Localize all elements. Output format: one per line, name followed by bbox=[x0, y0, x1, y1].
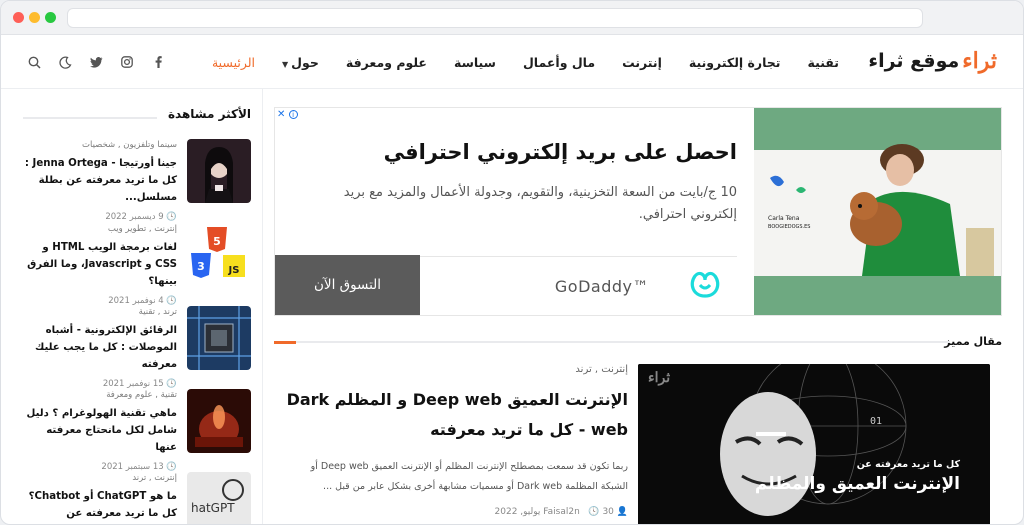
sidebar-item-date-text: 9 ديسمبر 2022 bbox=[105, 212, 164, 222]
browser-window: ثراء موقع ثراء الرئيسية حول▼ علوم ومعرفة… bbox=[0, 0, 1024, 525]
sidebar-item-text: إنترنت , ترند ما هو ChatGPT أو Chatbot؟ … bbox=[23, 472, 177, 524]
svg-text:BOOGIEDOGS.ES: BOOGIEDOGS.ES bbox=[768, 224, 810, 230]
divider bbox=[274, 341, 950, 343]
chevron-down-icon: ▼ bbox=[282, 59, 289, 69]
list-item[interactable]: سينما وتلفزيون , شخصيات جينا أورتيجا - J… bbox=[23, 139, 251, 222]
nav-item-business[interactable]: مال وأعمال bbox=[523, 55, 595, 70]
author-icon: 👤 bbox=[616, 507, 628, 517]
featured-image-caption-big: الإنترنت العميق والمظلم bbox=[754, 474, 960, 494]
instagram-icon[interactable] bbox=[120, 55, 134, 69]
list-item[interactable]: 5 3 JS إنترنت , تطوير ويب لغات برمجة الويب… bbox=[23, 223, 251, 306]
twitter-icon[interactable] bbox=[89, 55, 103, 69]
sidebar-item-category[interactable]: إنترنت , تطوير ويب bbox=[23, 223, 177, 235]
ad-shop-now-button[interactable]: التسوق الآن bbox=[275, 255, 420, 315]
svg-text:Carla Tena: Carla Tena bbox=[768, 215, 800, 222]
sidebar-item-date: 🕓 13 سبتمبر 2021 bbox=[101, 462, 177, 472]
accent-bar bbox=[274, 341, 296, 344]
main-nav: الرئيسية حول▼ علوم ومعرفة سياسة مال وأعم… bbox=[212, 35, 839, 89]
column-divider bbox=[262, 89, 263, 524]
divider bbox=[23, 117, 157, 119]
sidebar-item-date-text: 15 نوفمبر 2021 bbox=[102, 379, 164, 389]
sidebar-title: الأكثر مشاهدة bbox=[167, 107, 251, 121]
site-logo[interactable]: ثراء موقع ثراء bbox=[868, 44, 997, 78]
browser-toolbar bbox=[1, 1, 1023, 35]
address-bar[interactable] bbox=[67, 8, 923, 28]
ad-banner[interactable]: ✕ i Carla Tena BOOGIEDOGS.ES احصل على بر… bbox=[274, 107, 1002, 316]
featured-article-category[interactable]: إنترنت , ترند bbox=[284, 364, 628, 375]
ad-brand-name: GoDaddy™ bbox=[554, 276, 649, 296]
featured-article-image[interactable]: 01 ثراء كل ما تريد معرفته عن الإنترنت ال… bbox=[638, 364, 990, 524]
maximize-window-button[interactable] bbox=[45, 12, 56, 23]
list-item[interactable]: تقنية , علوم ومعرفة ماهي تقنية الهولوغرا… bbox=[23, 389, 251, 472]
thumbnail-chips[interactable] bbox=[187, 306, 251, 370]
page-content: الأكثر مشاهدة سينما وتلفزيون , شخصيات جي… bbox=[1, 89, 1023, 524]
ad-body: 10 ج/بايت من السعة التخزينية، والتقويم، … bbox=[343, 185, 737, 222]
ad-info-icon[interactable]: i bbox=[288, 110, 298, 119]
featured-article-excerpt: ربما تكون قد سمعت بمصطلح الإنترنت المظلم… bbox=[310, 461, 628, 492]
nav-item-about[interactable]: حول▼ bbox=[282, 55, 319, 70]
ad-headline[interactable]: احصل على بريد إلكتروني احترافي bbox=[384, 140, 737, 164]
sidebar-item-date: 🕓 4 نوفمبر 2021 bbox=[108, 296, 177, 306]
featured-image-caption-small: كل ما تريد معرفته عن bbox=[856, 459, 960, 470]
sidebar-item-date-text: 4 نوفمبر 2021 bbox=[108, 296, 164, 306]
ad-image[interactable]: Carla Tena BOOGIEDOGS.ES bbox=[754, 108, 1001, 315]
logo-mark: ثراء bbox=[962, 48, 997, 74]
svg-text:hatGPT: hatGPT bbox=[191, 501, 235, 515]
sidebar-item-category[interactable]: سينما وتلفزيون , شخصيات bbox=[23, 139, 177, 151]
sidebar-item-text: سينما وتلفزيون , شخصيات جينا أورتيجا - J… bbox=[23, 139, 177, 222]
sidebar-item-date: 🕓 15 نوفمبر 2021 bbox=[102, 379, 177, 389]
thumbnail-hologram[interactable] bbox=[187, 389, 251, 453]
facebook-icon[interactable] bbox=[151, 55, 165, 69]
nav-item-science[interactable]: علوم ومعرفة bbox=[346, 55, 427, 70]
list-item[interactable]: hatGPT إنترنت , ترند ما هو ChatGPT أو Ch… bbox=[23, 472, 251, 524]
most-viewed-sidebar: الأكثر مشاهدة سينما وتلفزيون , شخصيات جي… bbox=[23, 89, 251, 524]
svg-text:3: 3 bbox=[197, 260, 205, 273]
sidebar-item-title[interactable]: لغات برمجة الويب HTML و CSS و Javascript… bbox=[23, 239, 177, 290]
featured-article-title[interactable]: الإنترنت العميق Deep web و المظلم Dark w… bbox=[284, 385, 628, 445]
sidebar-item-date: 🕓 9 ديسمبر 2022 bbox=[105, 212, 177, 222]
site-header: ثراء موقع ثراء الرئيسية حول▼ علوم ومعرفة… bbox=[1, 35, 1023, 89]
sidebar-item-text: ترند , تقنية الرقائق الإلكترونية - أشباه… bbox=[23, 306, 177, 389]
nav-item-internet[interactable]: إنترنت bbox=[622, 55, 662, 70]
thumbnail-web-languages[interactable]: 5 3 JS bbox=[187, 223, 251, 287]
featured-article-author[interactable]: Faisal2n bbox=[543, 507, 580, 517]
dark-mode-icon[interactable] bbox=[58, 55, 72, 69]
godaddy-logo-icon bbox=[687, 268, 723, 304]
sidebar-item-category[interactable]: إنترنت , ترند bbox=[23, 472, 177, 484]
thumbnail-jenna-ortega[interactable] bbox=[187, 139, 251, 203]
svg-text:01: 01 bbox=[870, 416, 882, 427]
nav-item-tech[interactable]: تقنية bbox=[808, 55, 839, 70]
featured-section-title: مقال مميز bbox=[944, 335, 1002, 348]
sidebar-item-date-text: 13 سبتمبر 2021 bbox=[101, 462, 164, 472]
close-window-button[interactable] bbox=[13, 12, 24, 23]
minimize-window-button[interactable] bbox=[29, 12, 40, 23]
sidebar-item-title[interactable]: الرقائق الإلكترونية - أشباه الموصلات : ك… bbox=[23, 322, 177, 373]
sidebar-item-title[interactable]: جينا أورتيجا - Jenna Ortega : كل ما تريد… bbox=[23, 155, 177, 206]
sidebar-item-category[interactable]: تقنية , علوم ومعرفة bbox=[23, 389, 177, 401]
ad-brand-row[interactable]: GoDaddy™ bbox=[419, 256, 737, 315]
sidebar-header: الأكثر مشاهدة bbox=[23, 107, 251, 123]
nav-item-ecommerce[interactable]: تجارة إلكترونية bbox=[689, 55, 781, 70]
nav-item-home[interactable]: الرئيسية bbox=[212, 55, 255, 70]
nav-item-about-label: حول bbox=[291, 54, 319, 70]
sidebar-item-title[interactable]: ماهي تقنية الهولوغرام ؟ دليل شامل لكل ما… bbox=[23, 405, 177, 456]
thumbnail-chatgpt[interactable]: hatGPT bbox=[187, 472, 251, 524]
logo-text: موقع ثراء bbox=[868, 50, 960, 72]
sidebar-item-text: إنترنت , تطوير ويب لغات برمجة الويب HTML… bbox=[23, 223, 177, 306]
ad-close-icon[interactable]: ✕ i bbox=[277, 109, 298, 120]
featured-article-text: إنترنت , ترند الإنترنت العميق Deep web و… bbox=[284, 364, 628, 517]
sidebar-item-category[interactable]: ترند , تقنية bbox=[23, 306, 177, 318]
list-item[interactable]: ترند , تقنية الرقائق الإلكترونية - أشباه… bbox=[23, 306, 251, 389]
sidebar-item-title[interactable]: ما هو ChatGPT أو Chatbot؟ كل ما تريد معر… bbox=[23, 488, 177, 524]
featured-image-logo: ثراء bbox=[648, 370, 671, 386]
search-icon[interactable] bbox=[27, 55, 41, 69]
header-icons bbox=[27, 35, 165, 89]
svg-text:JS: JS bbox=[228, 265, 240, 276]
featured-section-header: مقال مميز bbox=[274, 335, 1002, 349]
svg-text:5: 5 bbox=[213, 235, 221, 248]
sidebar-item-text: تقنية , علوم ومعرفة ماهي تقنية الهولوغرا… bbox=[23, 389, 177, 472]
featured-article-meta: 👤 Faisal2n 🕓 30 يوليو, 2022 bbox=[494, 507, 628, 517]
nav-item-politics[interactable]: سياسة bbox=[454, 55, 496, 70]
